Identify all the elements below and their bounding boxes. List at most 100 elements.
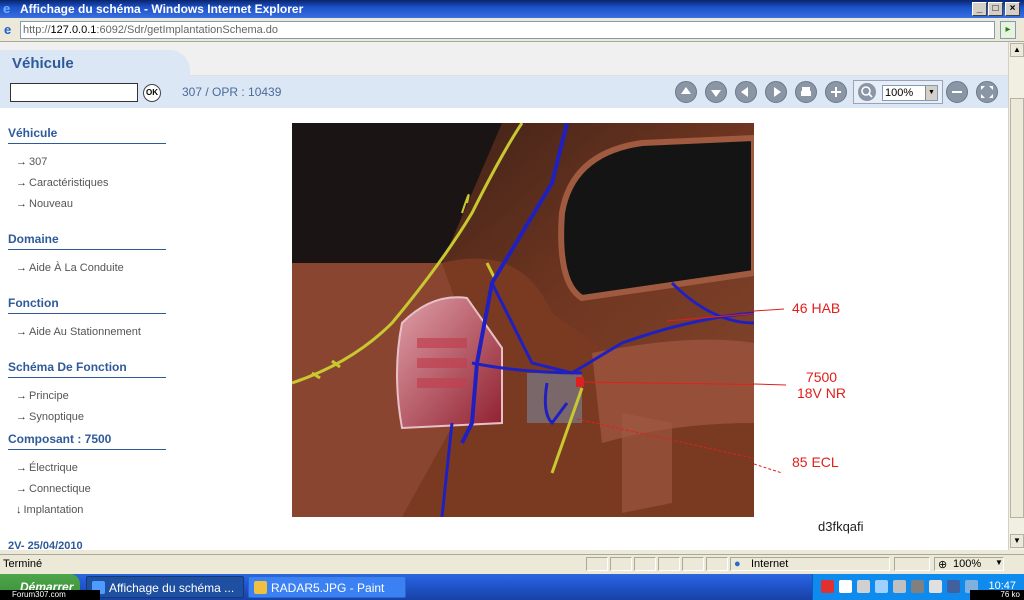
callout-46-hab: 46 HAB	[792, 300, 841, 316]
print-icon[interactable]	[795, 81, 817, 103]
callout-7500-line2: 18V NR	[796, 385, 847, 401]
sidebar-item-aide-conduite[interactable]: → Aide À La Conduite	[16, 262, 124, 274]
tab-strip: Véhicule	[0, 42, 1008, 76]
leader-lines-extension	[754, 308, 787, 474]
plus-icon[interactable]	[825, 81, 847, 103]
sidebar-nav: Véhicule → 307 → Caractéristiques → Nouveau…	[0, 108, 175, 550]
title-bar: e Affichage du schéma - Windows Internet…	[0, 0, 1024, 18]
scroll-thumb[interactable]	[1010, 98, 1024, 518]
sidebar-item-aide-stationnement[interactable]: → Aide Au Stationnement	[16, 326, 141, 338]
url-path: :6092/Sdr/getImplantationSchema.do	[96, 24, 279, 36]
sidebar-item-electrique[interactable]: → Électrique	[16, 462, 78, 474]
arrow-down-icon: ↓	[16, 504, 22, 516]
task-label: RADAR5.JPG - Paint	[271, 581, 385, 595]
sidebar-item-label: Implantation	[23, 504, 84, 516]
zoom-level[interactable]: ⊕ 100% ▼	[934, 557, 1004, 571]
arrow-up-icon[interactable]	[675, 81, 697, 103]
volume-icon[interactable]	[875, 580, 888, 593]
chevron-down-icon: ▼	[995, 558, 1003, 567]
maximize-button[interactable]: □	[988, 2, 1003, 16]
scroll-down-icon[interactable]: ▼	[1010, 534, 1024, 548]
sidebar-item-label: Nouveau	[29, 198, 74, 210]
toolbar: OK 307 / OPR : 10439 100% ▼	[0, 76, 1008, 108]
arrow-right-icon: →	[16, 462, 27, 474]
page-icon: e	[4, 22, 12, 37]
globe-icon: ●	[734, 558, 741, 570]
search-input[interactable]	[10, 83, 138, 102]
close-button[interactable]: ×	[1005, 2, 1020, 16]
arrow-right-icon: →	[16, 483, 27, 495]
arrow-down-icon[interactable]	[705, 81, 727, 103]
minus-icon[interactable]	[946, 81, 968, 103]
sidebar-item-implantation[interactable]: ↓ Implantation	[16, 504, 83, 516]
tray-icon[interactable]	[839, 580, 852, 593]
address-bar: e http://127.0.0.1:6092/Sdr/getImplantat…	[0, 18, 1024, 42]
section-title: Domaine	[8, 232, 166, 250]
zoom-select[interactable]: 100% ▼	[882, 85, 938, 101]
vertical-scrollbar[interactable]: ▲ ▼	[1008, 42, 1024, 550]
sidebar-item-nouveau[interactable]: → Nouveau	[16, 198, 73, 210]
sidebar-item-caracteristiques[interactable]: → Caractéristiques	[16, 177, 108, 189]
implantation-diagram[interactable]	[292, 123, 754, 517]
status-bar: Terminé ● Internet ⊕ 100% ▼	[0, 554, 1024, 572]
sidebar-item-label: 307	[29, 156, 48, 168]
file-size: 76 ko	[970, 590, 1024, 600]
sidebar-item-label: Connectique	[29, 483, 91, 495]
ie-icon: e	[3, 1, 11, 16]
zoom-control: 100% ▼	[853, 80, 943, 104]
sidebar-item-connectique[interactable]: → Connectique	[16, 483, 91, 495]
arrow-right-icon: →	[16, 326, 27, 338]
arrow-right-icon[interactable]	[765, 81, 787, 103]
section-title: Schéma De Fonction	[8, 360, 166, 378]
tray-icon[interactable]	[893, 580, 906, 593]
callout-7500-line1: 7500	[805, 369, 838, 385]
sidebar-item-label: Caractéristiques	[29, 177, 109, 189]
status-zoom-value: 100%	[953, 558, 982, 570]
tray-icon[interactable]	[929, 580, 942, 593]
url-prefix: http://	[23, 24, 51, 36]
url-field[interactable]: http://127.0.0.1:6092/Sdr/getImplantatio…	[20, 21, 995, 39]
go-icon[interactable]: ▸	[1000, 21, 1016, 39]
status-segment	[586, 557, 608, 571]
tray-icon[interactable]	[911, 580, 924, 593]
scroll-up-icon[interactable]: ▲	[1010, 43, 1024, 57]
zone-segment: ● Internet	[730, 557, 890, 571]
arrow-right-icon: →	[16, 411, 27, 423]
sidebar-item-label: Aide À La Conduite	[29, 262, 124, 274]
tray-icon[interactable]	[821, 580, 834, 593]
window-title: Affichage du schéma - Windows Internet E…	[20, 2, 304, 16]
sidebar-item-principe[interactable]: → Principe	[16, 390, 69, 402]
url-host: 127.0.0.1	[50, 24, 97, 36]
sidebar-item-307[interactable]: → 307	[16, 156, 47, 168]
magnifier-icon[interactable]	[858, 83, 876, 101]
sidebar-item-label: Synoptique	[29, 411, 85, 423]
tab-vehicule[interactable]: Véhicule	[0, 50, 190, 76]
status-text: Terminé	[3, 558, 43, 570]
page-content: Véhicule OK 307 / OPR : 10439 100% ▼ Véh…	[0, 42, 1008, 550]
tab-vehicule-label: Véhicule	[12, 55, 74, 72]
arrow-right-icon: →	[16, 156, 27, 168]
sidebar-item-label: Électrique	[29, 462, 78, 474]
reference-code: d3fkqafi	[818, 519, 864, 534]
arrow-right-icon: →	[16, 177, 27, 189]
section-title: Fonction	[8, 296, 166, 314]
breadcrumb: 307 / OPR : 10439	[182, 85, 282, 99]
date-footer: 2V- 25/04/2010	[8, 540, 83, 550]
fit-screen-icon[interactable]	[976, 81, 998, 103]
zoom-icon: ⊕	[938, 559, 948, 571]
callout-7500: 7500 18V NR	[794, 369, 849, 401]
protected-mode-icon[interactable]	[894, 557, 930, 571]
task-paint[interactable]: RADAR5.JPG - Paint	[248, 576, 406, 598]
arrow-left-icon[interactable]	[735, 81, 757, 103]
sidebar-item-synoptique[interactable]: → Synoptique	[16, 411, 84, 423]
task-ie[interactable]: Affichage du schéma ...	[86, 576, 244, 598]
taskbar: Démarrer Affichage du schéma ... RADAR5.…	[0, 574, 1024, 600]
arrow-right-icon: →	[16, 390, 27, 402]
ok-button[interactable]: OK	[143, 84, 161, 102]
tray-icon[interactable]	[857, 580, 870, 593]
tray-icon[interactable]	[947, 580, 960, 593]
vehicle-wiring-illustration	[292, 123, 754, 517]
zoom-value: 100%	[885, 87, 914, 99]
status-segment	[706, 557, 728, 571]
minimize-button[interactable]: _	[972, 2, 987, 16]
